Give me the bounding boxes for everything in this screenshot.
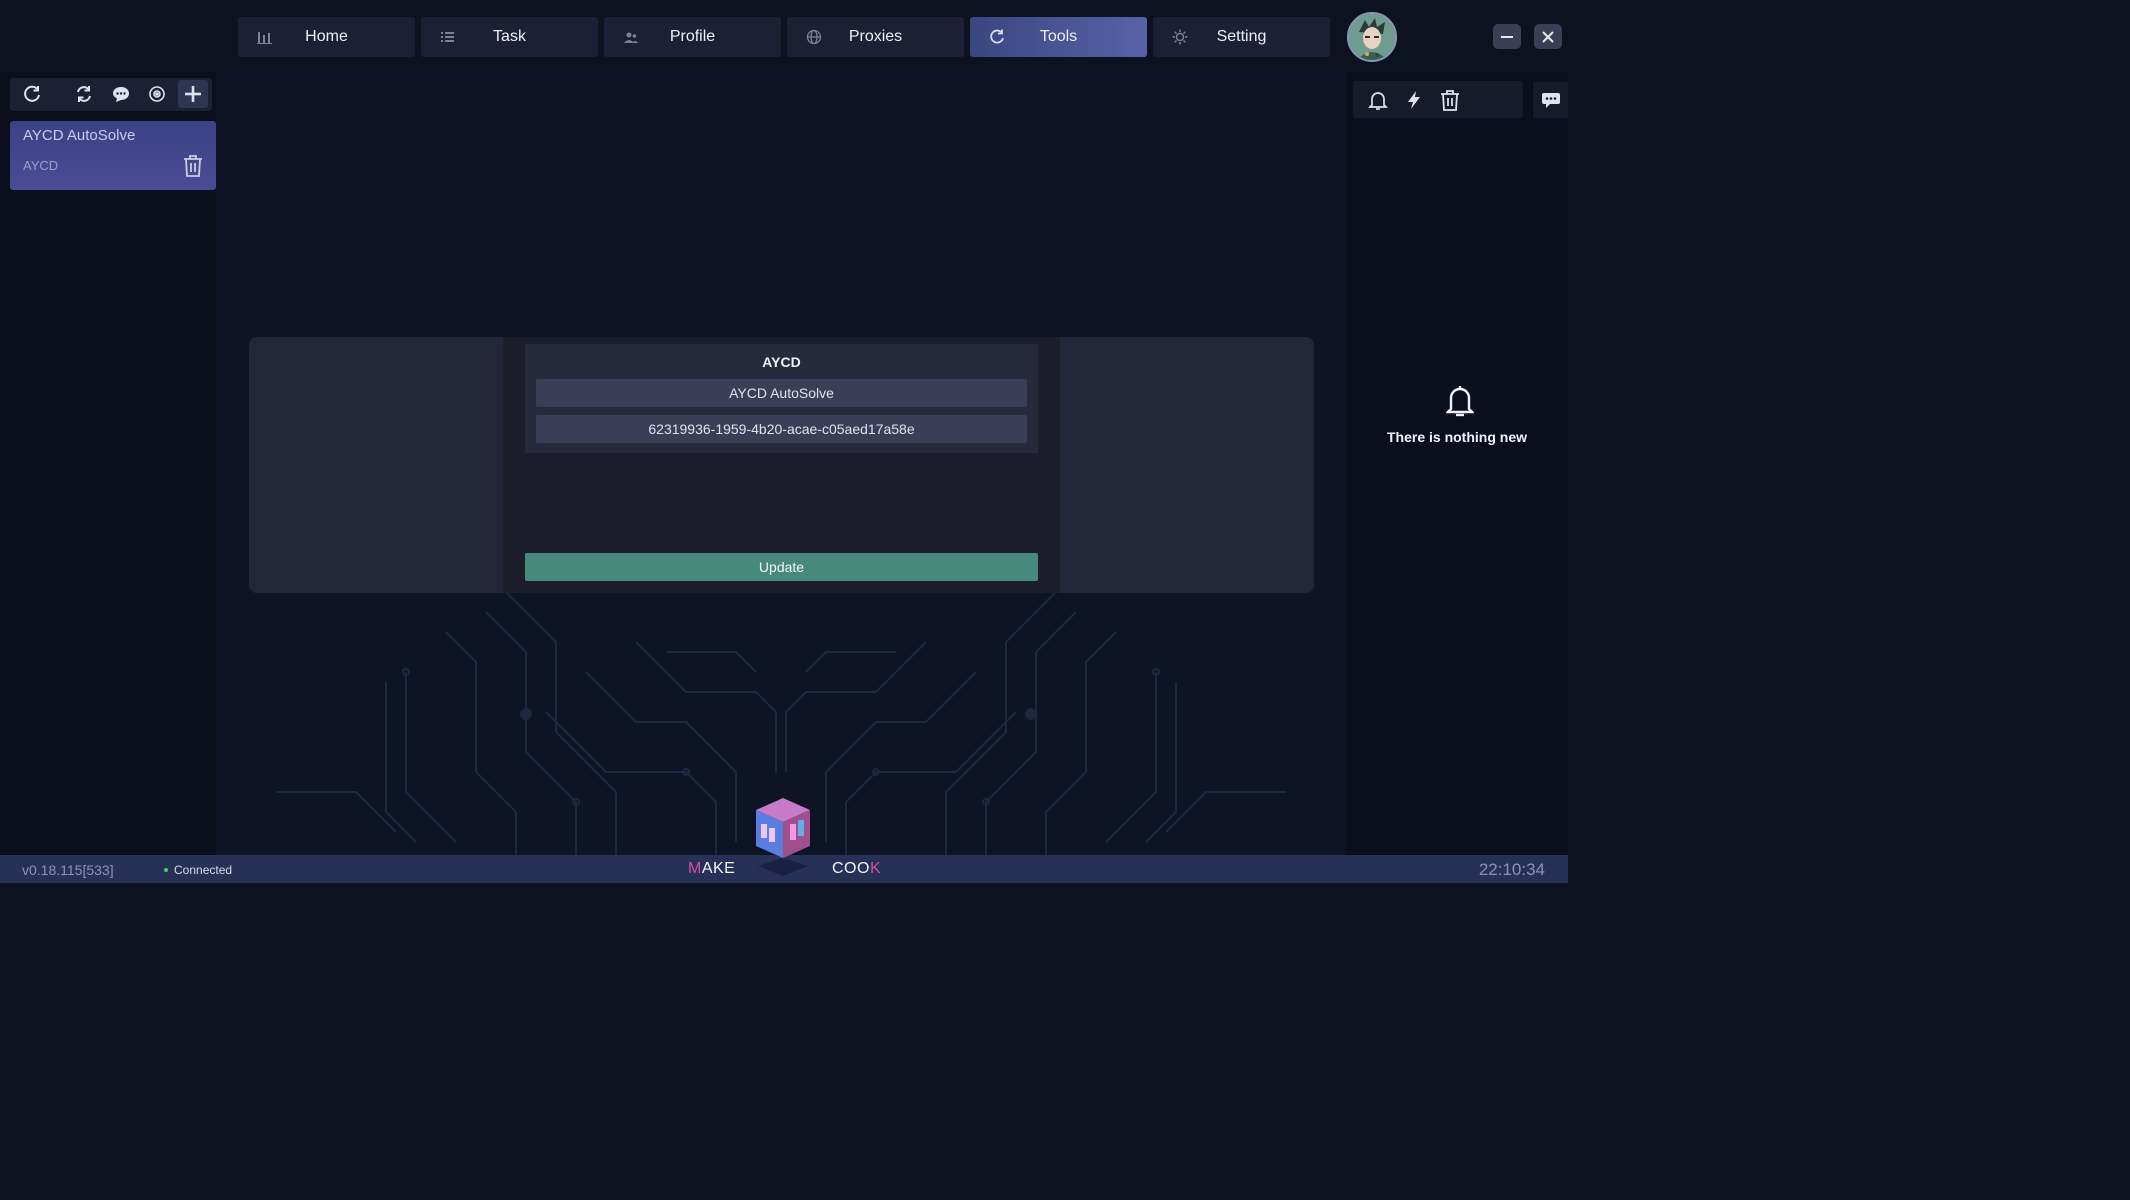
close-icon (1542, 30, 1554, 43)
close-button[interactable] (1534, 24, 1562, 49)
version-label: v0.18.115[533] (22, 862, 114, 878)
sync-button[interactable] (72, 82, 96, 106)
refresh-icon (24, 85, 40, 102)
chat-icon (113, 87, 129, 102)
empty-message: There is nothing new (1386, 429, 1527, 445)
sidebar-toolbar (10, 78, 212, 111)
tab-label: Home (305, 28, 348, 45)
tools-sidebar: AYCD AutoSolve AYCD (0, 72, 216, 855)
update-button[interactable]: Update (525, 553, 1038, 581)
tab-label: Proxies (848, 28, 903, 45)
bolt-icon[interactable] (1403, 89, 1425, 111)
tab-label: Setting (1216, 28, 1267, 45)
trash-icon[interactable] (1439, 89, 1461, 111)
tab-profile[interactable]: Profile (604, 17, 781, 57)
chat-icon (1541, 93, 1560, 108)
tab-setting[interactable]: Setting (1153, 17, 1330, 57)
item-subtitle: AYCD (23, 158, 59, 173)
tab-task[interactable]: Task (421, 17, 598, 57)
brand-right: COOK (832, 860, 882, 877)
item-title: AYCD AutoSolve (23, 127, 136, 144)
tab-proxies[interactable]: Proxies (787, 17, 964, 57)
status-dot-icon (164, 868, 168, 872)
trash-icon[interactable] (182, 154, 204, 178)
tool-form: AYCD (525, 344, 1038, 453)
form-title: AYCD (762, 354, 801, 370)
minimize-button[interactable] (1493, 24, 1521, 49)
chat-toggle-button[interactable] (1533, 82, 1568, 118)
api-key-input[interactable] (536, 415, 1027, 443)
avatar[interactable] (1347, 12, 1397, 62)
connection-status: Connected (164, 863, 232, 877)
brand-left: MAKE (688, 860, 736, 877)
refresh-button[interactable] (20, 82, 44, 106)
tool-panel: AYCD Update (249, 337, 1314, 593)
tab-tools[interactable]: Tools (970, 17, 1147, 57)
target-button[interactable] (145, 82, 169, 106)
status-text: Connected (174, 863, 233, 877)
clock: 22:10:34 (1478, 860, 1545, 879)
notification-panel: There is nothing new (1346, 72, 1568, 855)
tab-label: Task (493, 28, 526, 45)
list-item[interactable]: AYCD AutoSolve AYCD (10, 121, 216, 190)
tab-label: Profile (669, 28, 716, 45)
tab-home[interactable]: Home (238, 17, 415, 57)
tool-panel-inner: AYCD Update (503, 337, 1060, 593)
bell-icon (1446, 386, 1474, 417)
chat-button[interactable] (109, 82, 133, 106)
add-button[interactable] (178, 80, 208, 108)
plus-icon (185, 86, 201, 102)
main-nav: Home Task Profile Proxies Tools Setting (238, 17, 1330, 57)
app-logo-icon (756, 798, 810, 876)
tab-label: Tools (1039, 28, 1078, 45)
notification-toolbar (1353, 81, 1523, 118)
avatar-image (1349, 14, 1395, 60)
target-icon (149, 86, 165, 102)
bell-icon[interactable] (1367, 89, 1389, 111)
minimize-icon (1501, 35, 1513, 38)
sync-icon (77, 86, 91, 102)
name-input[interactable] (536, 379, 1027, 407)
